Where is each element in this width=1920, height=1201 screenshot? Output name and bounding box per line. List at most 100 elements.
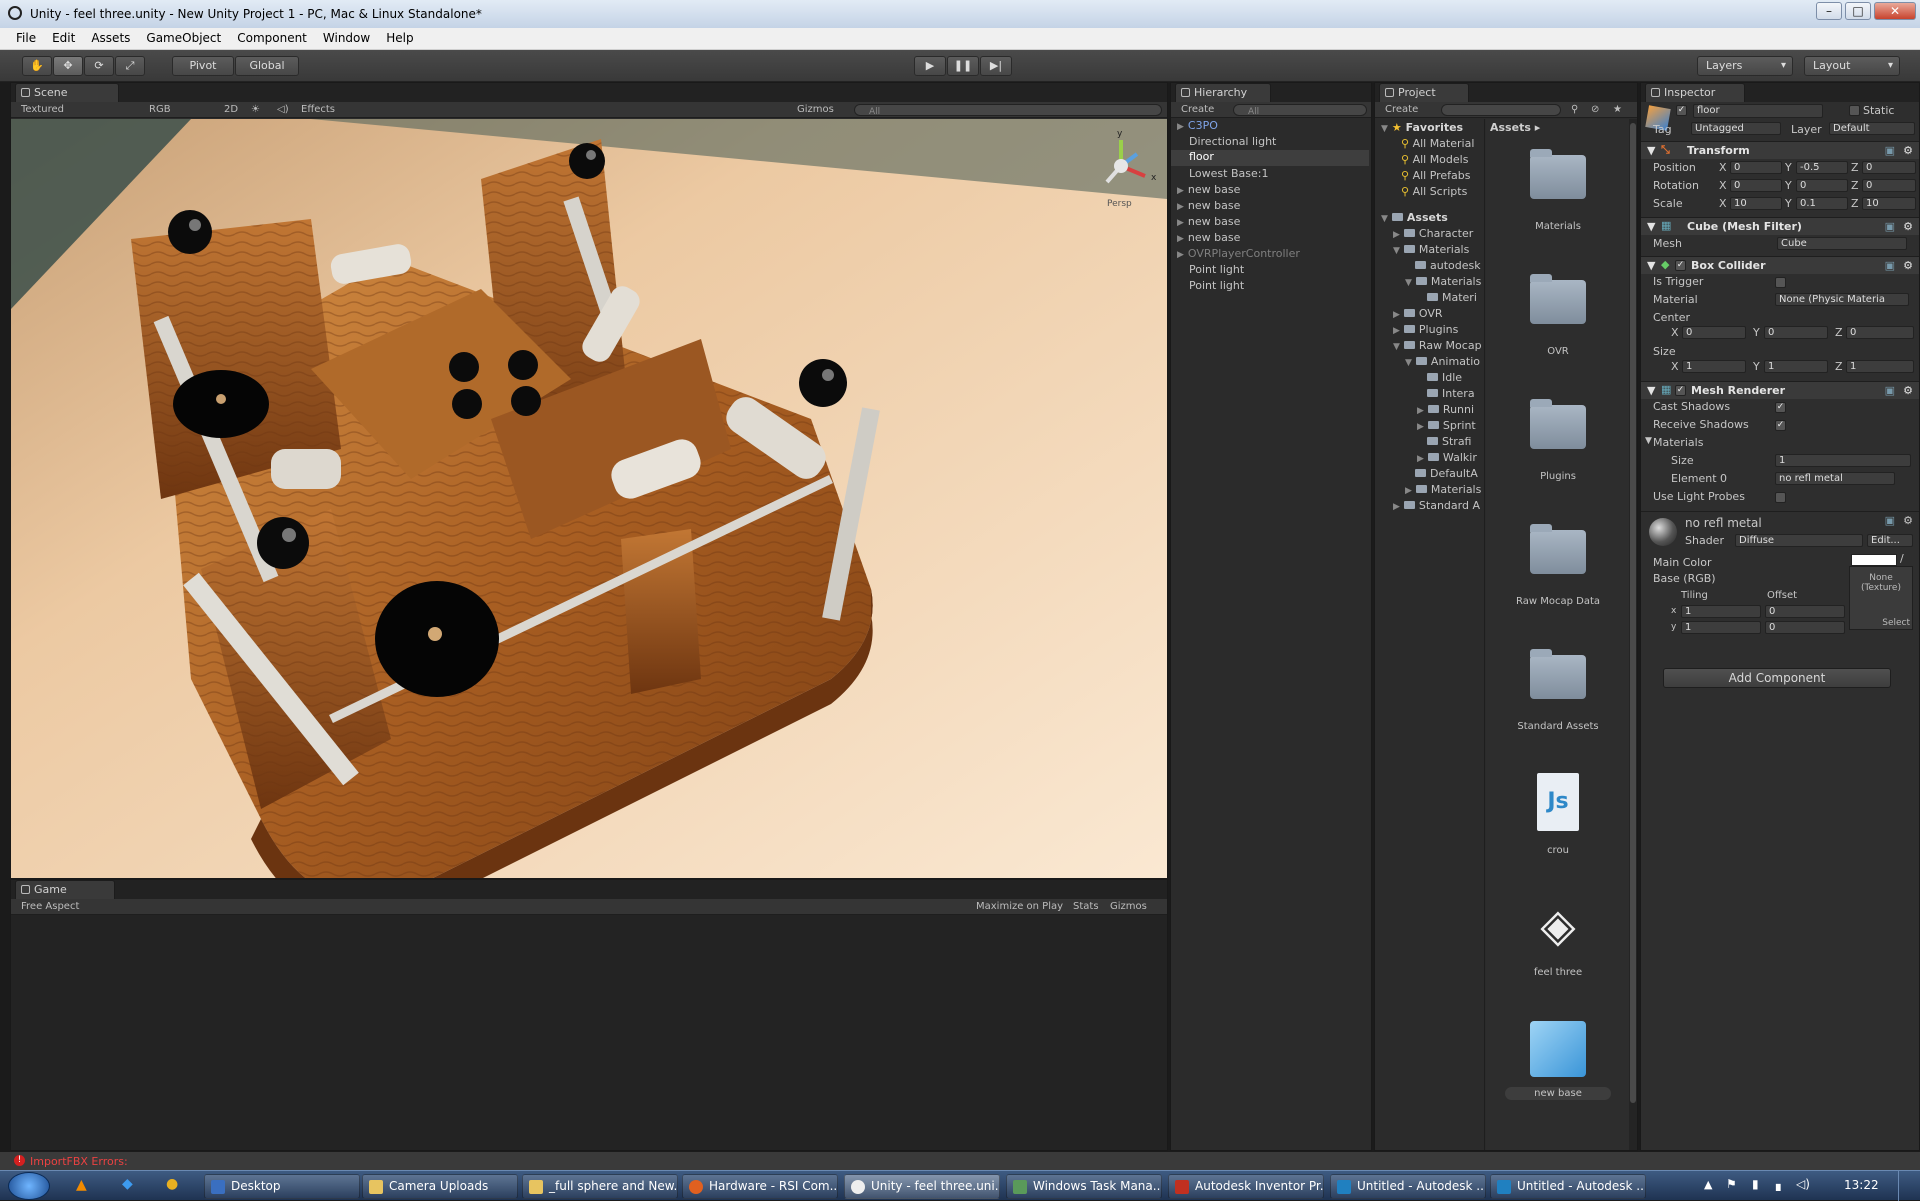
shader-edit-button[interactable]: Edit... — [1867, 534, 1913, 547]
center-y-field[interactable]: 0 — [1764, 326, 1828, 339]
menu-assets[interactable]: Assets — [83, 28, 138, 50]
filter-label-icon[interactable]: ⊘ — [1591, 104, 1599, 115]
taskbar-item-sphere[interactable]: _full sphere and New... — [522, 1174, 678, 1199]
static-checkbox[interactable] — [1849, 105, 1860, 116]
folder-item[interactable]: ▼ Materials — [1405, 275, 1481, 291]
layout-dropdown[interactable]: Layout — [1804, 56, 1900, 76]
global-toggle[interactable]: Global — [235, 56, 299, 76]
tiling-y-field[interactable]: 1 — [1681, 621, 1761, 634]
menu-component[interactable]: Component — [229, 28, 315, 50]
help-icon[interactable]: ▣ — [1885, 384, 1895, 397]
center-z-field[interactable]: 0 — [1846, 326, 1914, 339]
tab-hierarchy[interactable]: Hierarchy — [1175, 83, 1271, 102]
hand-tool-icon[interactable]: ✋ — [22, 56, 52, 76]
hierarchy-item-selected[interactable]: floor — [1171, 150, 1369, 166]
mesh-field[interactable]: Cube — [1777, 237, 1907, 250]
folder-item[interactable]: ▶ OVR — [1393, 307, 1443, 323]
mesh-renderer-enabled-checkbox[interactable]: ✓ — [1675, 385, 1686, 396]
scene-search-input[interactable]: All — [854, 104, 1162, 117]
element0-field[interactable]: no refl metal — [1775, 472, 1895, 485]
render-mode-dropdown[interactable]: Textured — [21, 104, 64, 115]
asset-item[interactable]: new base — [1498, 1021, 1618, 1100]
menu-help[interactable]: Help — [378, 28, 421, 50]
box-collider-header[interactable]: ▼ ◆ ✓ Box Collider ▣ ⚙ — [1641, 256, 1919, 274]
flag-icon[interactable]: ⚑ — [1726, 1177, 1737, 1191]
asset-item[interactable]: ◈ feel three — [1498, 897, 1618, 978]
tab-inspector[interactable]: Inspector — [1645, 83, 1745, 102]
signal-icon[interactable]: ▖ — [1776, 1177, 1785, 1191]
layers-dropdown[interactable]: Layers — [1697, 56, 1793, 76]
asset-item[interactable]: Standard Assets — [1498, 649, 1618, 732]
hierarchy-item[interactable]: ▶ new base — [1177, 231, 1240, 247]
rotation-z-field[interactable]: 0 — [1862, 179, 1916, 192]
center-x-field[interactable]: 0 — [1682, 326, 1746, 339]
size-y-field[interactable]: 1 — [1764, 360, 1828, 373]
lighting-toggle-icon[interactable]: ☀ — [251, 104, 260, 115]
network-icon[interactable]: ▮ — [1752, 1177, 1759, 1191]
project-search-input[interactable] — [1441, 104, 1561, 116]
asset-item[interactable]: Plugins — [1498, 399, 1618, 482]
asset-item[interactable]: OVR — [1498, 274, 1618, 357]
tab-project[interactable]: Project — [1379, 83, 1469, 102]
gear-icon[interactable]: ⚙ — [1903, 384, 1913, 397]
2d-toggle[interactable]: 2D — [224, 104, 238, 115]
taskbar-item-untitled1[interactable]: Untitled - Autodesk ... — [1330, 1174, 1486, 1199]
help-icon[interactable]: ▣ — [1885, 144, 1895, 157]
help-icon[interactable]: ▣ — [1885, 514, 1895, 527]
gizmos-dropdown[interactable]: Gizmos — [797, 104, 834, 115]
taskbar-item-camera[interactable]: Camera Uploads — [362, 1174, 518, 1199]
audio-toggle-icon[interactable]: ◁) — [277, 104, 289, 115]
maximize-button[interactable]: □ — [1845, 2, 1871, 20]
folder-item[interactable]: DefaultA — [1415, 467, 1478, 483]
project-create-dropdown[interactable]: Create — [1385, 104, 1418, 115]
menu-gameobject[interactable]: GameObject — [138, 28, 229, 50]
collider-material-field[interactable]: None (Physic Materia — [1775, 293, 1909, 306]
tiling-x-field[interactable]: 1 — [1681, 605, 1761, 618]
gear-icon[interactable]: ⚙ — [1903, 259, 1913, 272]
gear-icon[interactable]: ⚙ — [1903, 144, 1913, 157]
favorite-item[interactable]: ⚲ All Material — [1401, 137, 1474, 153]
hierarchy-item[interactable]: Directional light — [1189, 135, 1276, 151]
hierarchy-item[interactable]: ▶ C3PO — [1177, 119, 1218, 135]
light-probes-checkbox[interactable] — [1775, 492, 1786, 503]
rotation-y-field[interactable]: 0 — [1796, 179, 1848, 192]
dropbox-icon[interactable]: ◆ — [122, 1176, 133, 1192]
scale-tool-icon[interactable]: ⤢ — [115, 56, 145, 76]
asset-item[interactable]: Materials — [1498, 149, 1618, 232]
folder-item[interactable]: ▼ Materials — [1393, 243, 1469, 259]
effects-dropdown[interactable]: Effects — [301, 104, 335, 115]
show-hidden-icons[interactable]: ▲ — [1704, 1178, 1712, 1191]
taskbar-item-unity[interactable]: Unity - feel three.uni... — [844, 1174, 1000, 1199]
help-icon[interactable]: ▣ — [1885, 259, 1895, 272]
scale-x-field[interactable]: 10 — [1730, 197, 1782, 210]
layer-dropdown[interactable]: Default — [1829, 122, 1915, 135]
clock[interactable]: 13:22 — [1844, 1178, 1879, 1192]
favorite-item[interactable]: ⚲ All Prefabs — [1401, 169, 1471, 185]
mesh-renderer-header[interactable]: ▼ ▦ ✓ Mesh Renderer ▣ ⚙ — [1641, 381, 1919, 399]
filter-type-icon[interactable]: ⚲ — [1571, 104, 1578, 115]
folder-item[interactable]: ▶ Standard A — [1393, 499, 1480, 515]
folder-item[interactable]: Strafi — [1427, 435, 1472, 451]
assets-header[interactable]: ▼ Assets — [1381, 211, 1448, 227]
folder-item[interactable]: Materi — [1427, 291, 1477, 307]
materials-row[interactable]: ▼ Materials — [1641, 436, 1919, 452]
active-checkbox[interactable]: ✓ — [1676, 105, 1687, 116]
menu-window[interactable]: Window — [315, 28, 378, 50]
hierarchy-item[interactable]: ▶ new base — [1177, 183, 1240, 199]
tag-dropdown[interactable]: Untagged — [1691, 122, 1781, 135]
stats-toggle[interactable]: Stats — [1073, 901, 1099, 912]
receive-shadows-checkbox[interactable]: ✓ — [1775, 420, 1786, 431]
cast-shadows-checkbox[interactable]: ✓ — [1775, 402, 1786, 413]
gear-icon[interactable]: ⚙ — [1903, 514, 1913, 527]
favorites-header[interactable]: ▼ ★ Favorites — [1381, 121, 1463, 137]
aspect-dropdown[interactable]: Free Aspect — [21, 901, 79, 912]
hierarchy-item[interactable]: ▶ new base — [1177, 199, 1240, 215]
maximize-on-play-toggle[interactable]: Maximize on Play — [976, 901, 1063, 912]
menu-file[interactable]: File — [0, 28, 44, 50]
folder-item[interactable]: ▶ Materials — [1405, 483, 1481, 499]
hierarchy-create-dropdown[interactable]: Create — [1181, 104, 1214, 115]
hierarchy-item[interactable]: ▶ new base — [1177, 215, 1240, 231]
folder-item[interactable]: ▶ Plugins — [1393, 323, 1458, 339]
folder-item[interactable]: ▶ Runni — [1417, 403, 1474, 419]
hierarchy-item[interactable]: ▶ OVRPlayerController — [1177, 247, 1300, 263]
